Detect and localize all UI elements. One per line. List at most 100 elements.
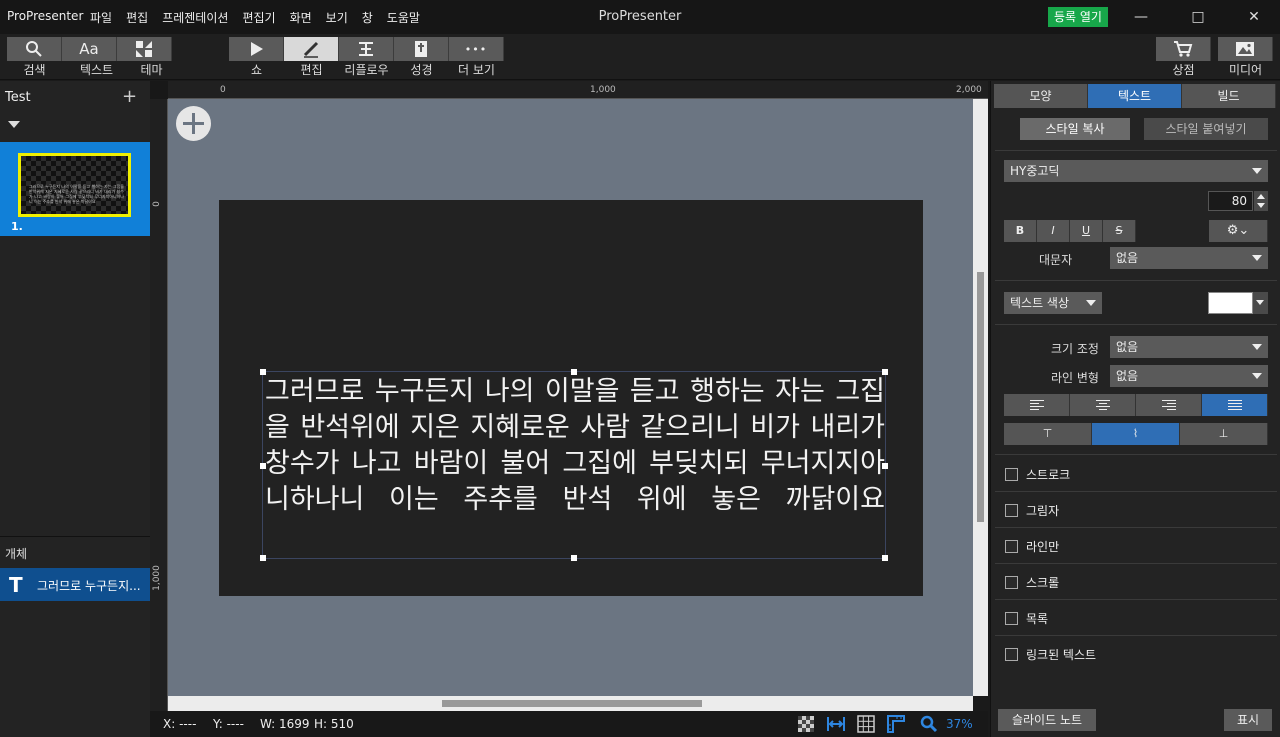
more-button[interactable]: ••• — [449, 37, 504, 61]
color-picker-toggle[interactable] — [1253, 292, 1268, 314]
maximize-icon[interactable]: □ — [1183, 6, 1213, 28]
text-box[interactable]: 그러므로 누구든지 나의 이말을 듣고 행하는 자는 그집을 반석위에 지은 지… — [260, 369, 888, 561]
menu-presentation[interactable]: 프레젠테이션 — [162, 9, 228, 26]
close-icon[interactable]: ✕ — [1239, 6, 1269, 28]
slide-text[interactable]: 그러므로 누구든지 나의 이말을 듣고 행하는 자는 그집을 반석위에 지은 지… — [265, 374, 885, 518]
register-button[interactable]: 등록 열기 — [1048, 7, 1108, 27]
list-option[interactable]: 목록 — [1005, 610, 1048, 627]
checkbox[interactable] — [1005, 468, 1018, 481]
text-settings-button[interactable]: ⚙⌄ — [1209, 220, 1268, 242]
add-object-icon[interactable] — [176, 106, 211, 141]
menu-edit[interactable]: 편집 — [126, 9, 148, 26]
theme-button[interactable] — [117, 37, 172, 61]
menu-editor[interactable]: 편집기 — [242, 9, 275, 26]
resize-handle[interactable] — [571, 369, 577, 375]
library-name[interactable]: Test — [5, 90, 31, 105]
menu-screen[interactable]: 화면 — [290, 9, 312, 26]
search-button[interactable] — [7, 37, 62, 61]
font-select[interactable]: HY중고딕 — [1004, 160, 1268, 182]
resize-handle[interactable] — [260, 555, 266, 561]
object-item[interactable]: T 그러므로 누구든지... — [0, 568, 150, 601]
copy-style-button[interactable]: 스타일 복사 — [1020, 118, 1130, 140]
slide-thumbnail[interactable]: 그러므로 누구든지 나의 이말을 듣고 행하는 자는 그집을 반석위에 지은 지… — [18, 153, 131, 217]
tab-shape[interactable]: 모양 — [994, 84, 1088, 108]
checkbox[interactable] — [1005, 504, 1018, 517]
tab-text[interactable]: 텍스트 — [1088, 84, 1182, 108]
show-button[interactable] — [229, 37, 284, 61]
slide-canvas[interactable]: 그러므로 누구든지 나의 이말을 듣고 행하는 자는 그집을 반석위에 지은 지… — [219, 200, 923, 596]
align-middle-icon: ⌇ — [1132, 427, 1139, 440]
align-justify-button[interactable] — [1202, 394, 1268, 416]
align-middle-button[interactable]: ⌇ — [1092, 423, 1180, 445]
menu-help[interactable]: 도움말 — [387, 9, 420, 26]
toolbar-right-group — [1156, 37, 1273, 61]
divider — [995, 150, 1277, 151]
scale-label: 크기 조정 — [1051, 342, 1099, 356]
checkbox[interactable] — [1005, 576, 1018, 589]
checkerboard-icon[interactable] — [797, 715, 815, 733]
editor-canvas[interactable]: 그러므로 누구든지 나의 이말을 듣고 행하는 자는 그집을 반석위에 지은 지… — [168, 99, 973, 696]
minimize-icon[interactable]: — — [1126, 6, 1156, 28]
menu-window[interactable]: 창 — [362, 9, 373, 26]
shadow-option[interactable]: 그림자 — [1005, 502, 1059, 519]
resize-handle[interactable] — [882, 555, 888, 561]
scroll-option[interactable]: 스크롤 — [1005, 574, 1059, 591]
italic-button[interactable]: I — [1037, 220, 1070, 242]
resize-handle[interactable] — [260, 463, 266, 469]
resize-handle[interactable] — [571, 555, 577, 561]
strikethrough-button[interactable]: S — [1103, 220, 1136, 242]
resize-handle[interactable] — [882, 463, 888, 469]
scale-select[interactable]: 없음 — [1110, 336, 1268, 358]
underline-button[interactable]: U — [1070, 220, 1103, 242]
stepper-down-icon[interactable] — [1257, 203, 1265, 208]
line-only-option[interactable]: 라인만 — [1005, 538, 1059, 555]
align-right-button[interactable] — [1136, 394, 1202, 416]
fit-width-icon[interactable] — [827, 715, 845, 733]
store-button[interactable] — [1156, 37, 1211, 61]
bold-button[interactable]: B — [1004, 220, 1037, 242]
vertical-scrollbar[interactable] — [973, 99, 988, 696]
slide-thumbnail-item[interactable]: 그러므로 누구든지 나의 이말을 듣고 행하는 자는 그집을 반석위에 지은 지… — [0, 142, 150, 236]
stepper-up-icon[interactable] — [1257, 194, 1265, 199]
align-center-button[interactable] — [1070, 394, 1136, 416]
slide-notes-button[interactable]: 슬라이드 노트 — [998, 709, 1096, 731]
bible-icon — [415, 41, 427, 57]
vertical-alignment-buttons: ⊤ ⌇ ⊥ — [1004, 423, 1268, 445]
align-bottom-button[interactable]: ⊥ — [1180, 423, 1268, 445]
resize-handle[interactable] — [260, 369, 266, 375]
edit-button[interactable] — [284, 37, 339, 61]
checkbox[interactable] — [1005, 612, 1018, 625]
vruler-label-0: 0 — [151, 201, 162, 207]
horizontal-scrollbar[interactable] — [168, 696, 973, 711]
vertical-scroll-thumb[interactable] — [977, 272, 984, 522]
ruler-icon[interactable] — [887, 715, 905, 733]
show-button[interactable]: 표시 — [1224, 709, 1272, 731]
menu-file[interactable]: 파일 — [90, 9, 112, 26]
tab-build[interactable]: 빌드 — [1182, 84, 1276, 108]
zoom-icon[interactable] — [920, 715, 938, 733]
resize-handle[interactable] — [882, 369, 888, 375]
reflow-button[interactable] — [339, 37, 394, 61]
paste-style-button[interactable]: 스타일 붙여넣기 — [1144, 118, 1268, 140]
checkbox[interactable] — [1005, 540, 1018, 553]
font-size-field[interactable]: 80 — [1208, 191, 1253, 211]
align-top-button[interactable]: ⊤ — [1004, 423, 1092, 445]
add-icon[interactable]: + — [122, 86, 137, 107]
linked-text-option[interactable]: 링크된 텍스트 — [1005, 646, 1096, 663]
checkbox[interactable] — [1005, 648, 1018, 661]
capitalization-select[interactable]: 없음 — [1110, 247, 1268, 269]
font-size-stepper[interactable] — [1254, 191, 1268, 211]
zoom-level[interactable]: 37% — [946, 717, 973, 731]
menu-view[interactable]: 보기 — [326, 9, 348, 26]
text-color-mode-select[interactable]: 텍스트 색상 — [1004, 292, 1102, 314]
collapse-arrow-icon[interactable] — [8, 121, 20, 128]
grid-icon[interactable] — [857, 715, 875, 733]
align-left-button[interactable] — [1004, 394, 1070, 416]
media-button[interactable] — [1218, 37, 1273, 61]
line-transform-select[interactable]: 없음 — [1110, 365, 1268, 387]
text-button[interactable]: Aa — [62, 37, 117, 61]
bible-button[interactable] — [394, 37, 449, 61]
stroke-option[interactable]: 스트로크 — [1005, 466, 1070, 483]
text-color-swatch[interactable] — [1208, 292, 1253, 314]
horizontal-scroll-thumb[interactable] — [442, 700, 702, 707]
